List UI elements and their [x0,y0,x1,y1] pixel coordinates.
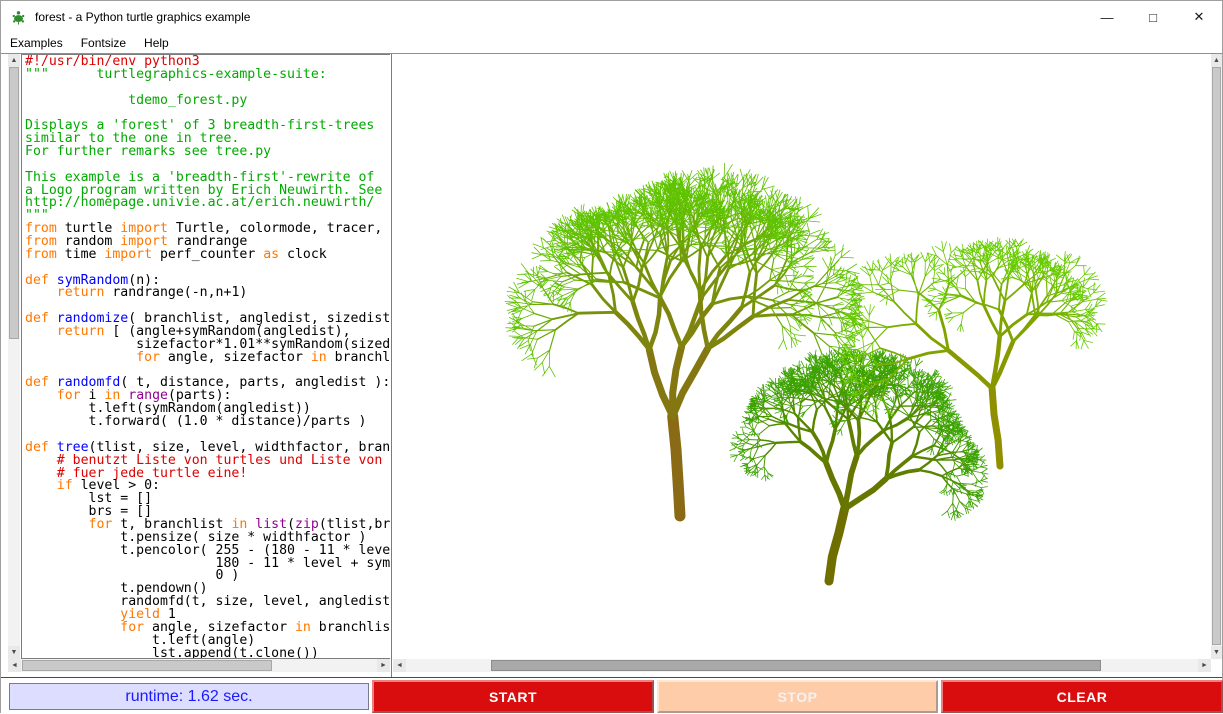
app-window: forest - a Python turtle graphics exampl… [0,0,1223,713]
scroll-right-icon[interactable]: ► [377,659,390,672]
turtle-icon [10,9,27,26]
editor-hscrollbar-thumb[interactable] [22,660,272,671]
code-line: """ turtlegraphics-example-suite: [25,69,390,82]
code-line: For further remarks see tree.py [25,146,390,159]
titlebar: forest - a Python turtle graphics exampl… [1,1,1222,33]
clear-button[interactable]: CLEAR [941,680,1223,713]
menu-item-examples[interactable]: Examples [1,34,72,52]
code-line: http://homepage.univie.ac.at/erich.neuwi… [25,197,390,210]
canvas-hscrollbar[interactable]: ◄ ► [393,659,1211,672]
editor-hscrollbar[interactable]: ◄ ► [8,659,390,672]
code-editor[interactable]: #!/usr/bin/env python3""" turtlegraphics… [21,54,390,659]
menu-item-help[interactable]: Help [135,34,178,52]
scroll-up-icon[interactable]: ▲ [8,54,20,67]
scroll-left-icon[interactable]: ◄ [8,659,21,672]
canvas-vscrollbar[interactable]: ▲ ▼ [1211,54,1222,659]
runtime-display: runtime: 1.62 sec. [9,683,369,710]
editor-vscrollbar-thumb[interactable] [9,67,19,339]
stop-button[interactable]: STOP [657,680,938,713]
forest-trees-drawing [393,54,1211,659]
code-line: tdemo_forest.py [25,95,390,108]
code-line: t.forward( (1.0 * distance)/parts ) [25,416,390,429]
close-button[interactable]: ✕ [1176,1,1222,33]
scroll-right-icon[interactable]: ► [1198,659,1211,672]
pane-divider [391,54,392,677]
minimize-button[interactable]: — [1084,1,1130,33]
scroll-left-icon[interactable]: ◄ [393,659,406,672]
window-title: forest - a Python turtle graphics exampl… [35,10,250,24]
scroll-up-icon[interactable]: ▲ [1211,54,1222,67]
canvas-vscrollbar-thumb[interactable] [1212,67,1221,645]
window-controls: — □ ✕ [1084,1,1222,33]
code-line: from time import perf_counter as clock [25,249,390,262]
canvas-hscrollbar-thumb[interactable] [491,660,1101,671]
maximize-button[interactable]: □ [1130,1,1176,33]
code-line: return randrange(-n,n+1) [25,287,390,300]
start-button[interactable]: START [372,680,654,713]
scroll-down-icon[interactable]: ▼ [8,646,20,659]
statusbar: runtime: 1.62 sec. START STOP CLEAR [1,677,1222,714]
turtle-canvas [393,54,1211,659]
scroll-down-icon[interactable]: ▼ [1211,646,1222,659]
editor-vscrollbar[interactable]: ▲ ▼ [8,54,20,659]
code-line: lst.append(t.clone()) [25,648,390,659]
code-line: for angle, sizefactor in branchlist ] [25,352,390,365]
menubar: Examples Fontsize Help [1,33,1222,54]
menu-item-fontsize[interactable]: Fontsize [72,34,135,52]
